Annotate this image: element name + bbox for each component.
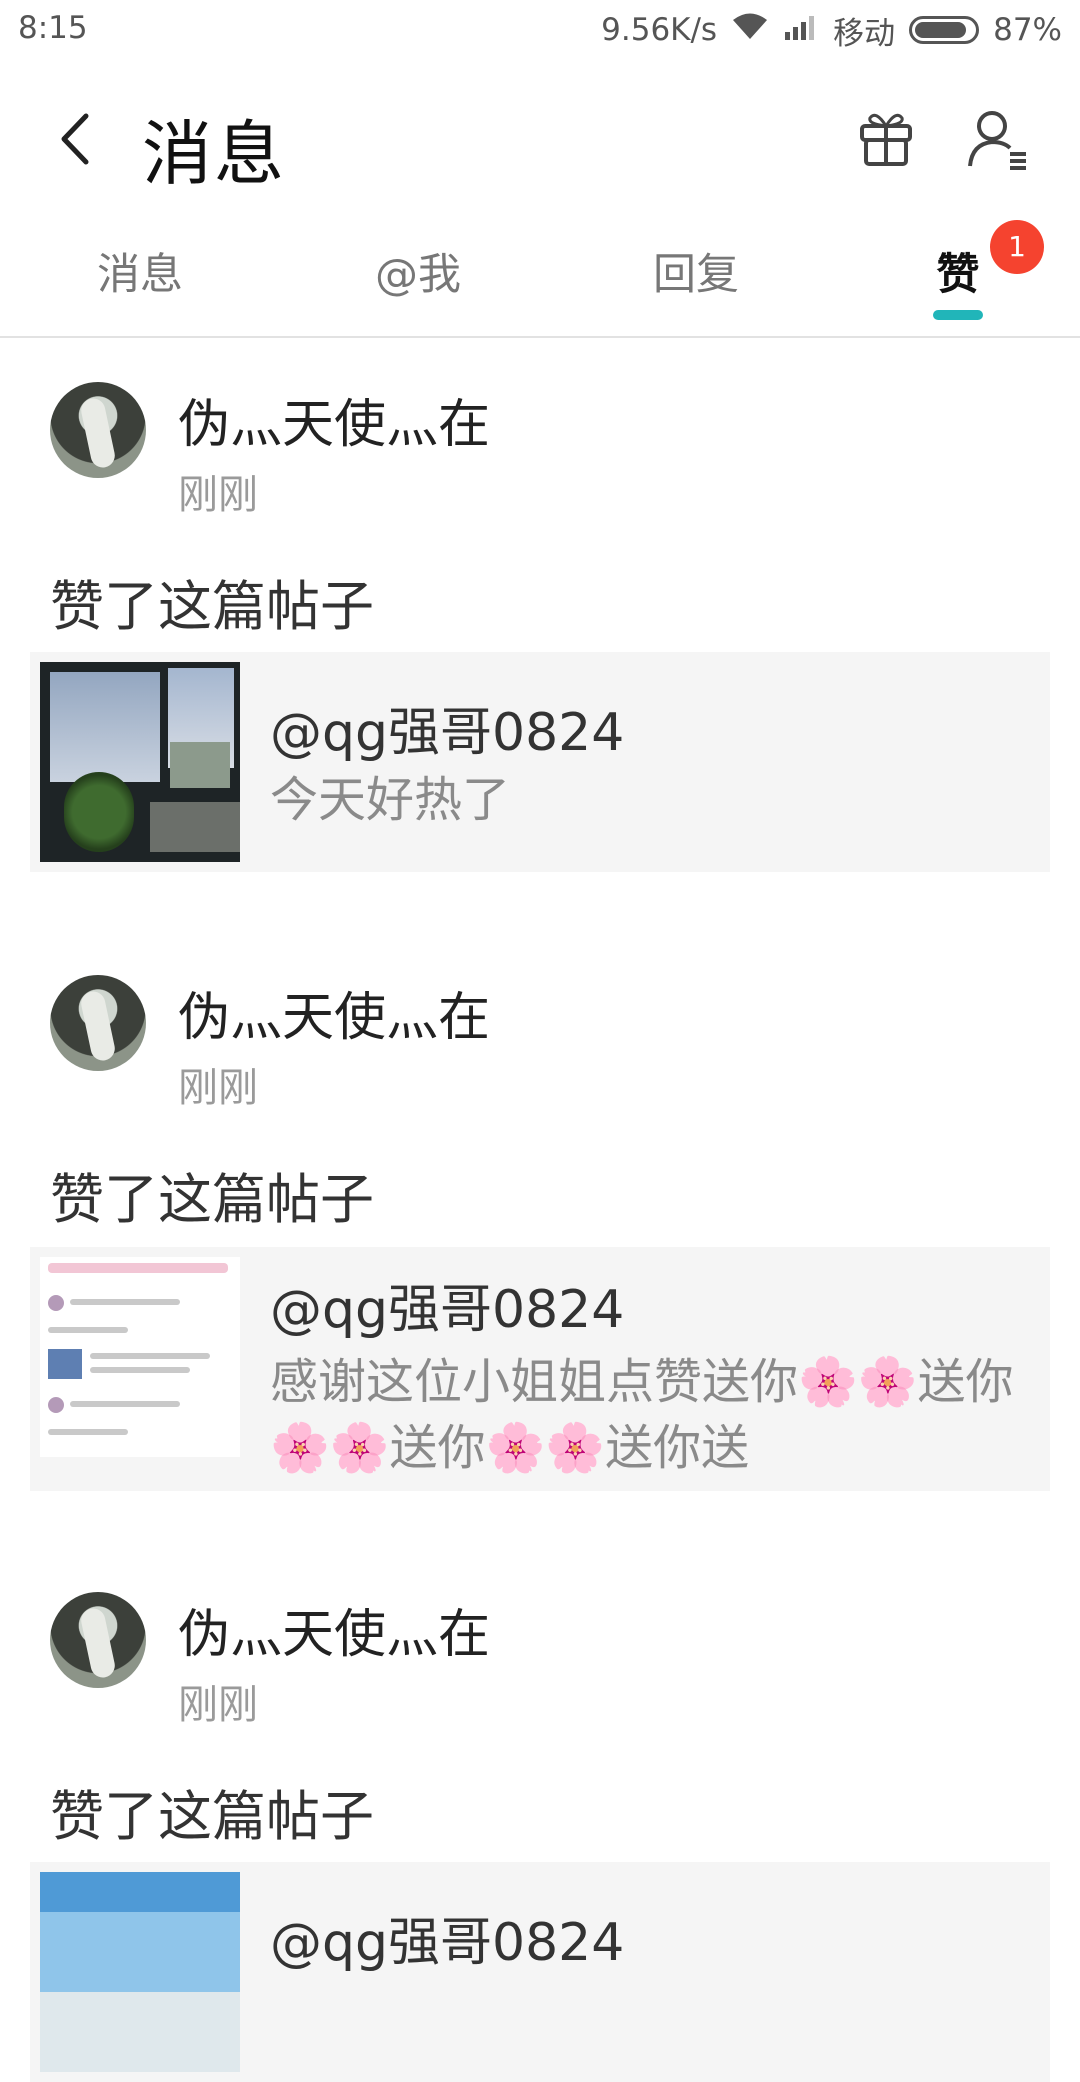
chevron-left-icon (61, 113, 89, 165)
action-text: 赞了这篇帖子 (50, 1168, 374, 1231)
user-name[interactable]: 伪灬天使灬在 (178, 1592, 490, 1667)
action-text: 赞了这篇帖子 (50, 575, 374, 638)
wifi-icon (731, 11, 769, 49)
post-thumbnail (40, 1872, 240, 2072)
status-bar: 8:15 9.56K/s 移动 87% (0, 0, 1080, 60)
page-title: 消息 (142, 113, 286, 195)
action-text: 赞了这篇帖子 (50, 1785, 374, 1848)
post-thumbnail (40, 1257, 240, 1457)
battery-icon (909, 16, 980, 44)
user-name[interactable]: 伪灬天使灬在 (178, 975, 490, 1050)
carrier-label: 移动 (833, 15, 896, 52)
gift-icon (860, 113, 912, 166)
back-button[interactable] (48, 104, 108, 174)
timestamp: 刚刚 (178, 1682, 258, 1728)
avatar[interactable] (50, 1592, 146, 1688)
battery-percent: 87% (993, 12, 1062, 48)
post-text: 感谢这位小姐姐点赞送你🌸🌸送你🌸🌸送你🌸🌸送你送 (270, 1354, 1014, 1476)
avatar[interactable] (50, 382, 146, 478)
tab-messages[interactable]: 消息 (50, 240, 230, 302)
status-time: 8:15 (18, 10, 88, 46)
title-bar: 消息 (0, 80, 1080, 200)
user-name[interactable]: 伪灬天使灬在 (178, 382, 490, 457)
tab-replies[interactable]: 回复 (606, 240, 786, 302)
user-list-icon (968, 111, 1026, 170)
post-author: @qg强哥0824 (270, 1280, 625, 1340)
active-tab-indicator (933, 310, 983, 320)
battery-fill (915, 22, 966, 38)
post-card[interactable]: @qg强哥0824 今天好热了 (30, 652, 1050, 872)
avatar[interactable] (50, 975, 146, 1071)
post-author: @qg强哥0824 (270, 703, 625, 763)
signal-icon (783, 12, 819, 48)
timestamp: 刚刚 (178, 472, 258, 518)
post-thumbnail (40, 662, 240, 862)
post-author: @qg强哥0824 (270, 1913, 625, 1973)
post-card[interactable]: @qg强哥0824 感谢这位小姐姐点赞送你🌸🌸送你🌸🌸送你🌸🌸送你送 (30, 1247, 1050, 1491)
gift-button[interactable] (856, 108, 916, 168)
timestamp: 刚刚 (178, 1065, 258, 1111)
profile-settings-button[interactable] (966, 106, 1030, 170)
tab-mentions[interactable]: @我 (328, 240, 508, 302)
likes-badge: 1 (990, 220, 1044, 274)
network-speed: 9.56K/s (601, 12, 718, 48)
tab-bar: 消息 @我 回复 赞 (0, 218, 1080, 338)
post-text: 今天好热了 (270, 772, 511, 828)
post-card[interactable]: @qg强哥0824 (30, 1862, 1050, 2082)
status-right: 9.56K/s 移动 87% (601, 10, 1062, 52)
